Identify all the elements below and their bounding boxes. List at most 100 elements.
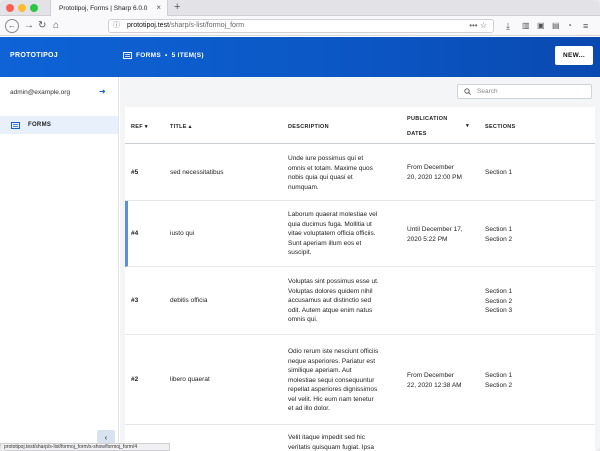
section-item: Section 3	[485, 307, 513, 314]
browser-window: Prototipoj, Forms | Sharp 6.0.0 × + ← → …	[0, 0, 600, 451]
publication-line: 2020 5:22 PM	[407, 235, 448, 243]
description-line: veritatis quisquam fugiat. Ipsa	[288, 443, 374, 451]
sidebar-toggle-icon[interactable]: ▣	[537, 19, 545, 33]
new-tab-icon[interactable]: +	[174, 1, 180, 13]
description-line: neque asperiores. Pariatur est	[288, 357, 376, 365]
title-text: iusto qui	[170, 230, 195, 237]
tab-bar: Prototipoj, Forms | Sharp 6.0.0 × +	[0, 0, 600, 16]
download-icon[interactable]: ⤓	[506, 19, 510, 33]
library-icon[interactable]: ▥	[522, 19, 530, 33]
new-button[interactable]: NEW...	[555, 46, 593, 65]
cell-ref: #3	[131, 296, 138, 306]
menu-icon[interactable]: ≡	[583, 19, 588, 33]
description-line: nobis quia qui quasi et	[288, 174, 353, 181]
description-line: Odio rerum iste nesciunt officiis	[288, 348, 379, 355]
section-item: Section 2	[485, 381, 513, 389]
search-input[interactable]	[477, 88, 577, 95]
cell-publication-dates: Until December 17, 2020 5:22 PM	[407, 225, 463, 244]
status-bar-url: prototipoj.test/sharp/s-list/formoj_form…	[0, 443, 170, 451]
table-row[interactable]: Velit itaque impedit sed hic veritatis qu…	[125, 425, 595, 451]
ref-text: #4	[131, 230, 139, 237]
description-line: similique aperiam. Aut	[288, 367, 352, 374]
forward-icon[interactable]: →	[24, 19, 34, 33]
ref-text: #3	[131, 297, 139, 304]
sort-down-icon: ▾	[144, 124, 148, 130]
cell-sections: Section 1 Section 2 Section 3	[485, 287, 512, 316]
title-text: sed necessitatibus	[170, 169, 224, 176]
sort-down-icon: ▾	[465, 123, 469, 129]
browser-tab[interactable]: Prototipoj, Forms | Sharp 6.0.0 ×	[50, 0, 168, 16]
column-header-ref[interactable]: REF ▾	[131, 121, 148, 133]
sidebar-item-forms[interactable]: FORMS	[0, 116, 118, 134]
brand-logo[interactable]: PROTOTIPOJ	[10, 52, 58, 59]
breadcrumb-separator: •	[164, 52, 168, 59]
column-label: REF	[131, 124, 143, 130]
list-icon	[123, 52, 132, 59]
cell-sections: Section 1 Section 2	[485, 225, 512, 244]
reader-icon[interactable]: ▤	[552, 19, 560, 33]
column-header-description: DESCRIPTION	[288, 121, 329, 133]
app-header: PROTOTIPOJ FORMS • 5 ITEM(S) NEW...	[0, 37, 600, 77]
description-line: vel velit. Hic eum nam tenetur	[288, 395, 374, 403]
url-path: /sharp/s-list/formoj_form	[169, 22, 245, 29]
search-box[interactable]	[457, 84, 592, 99]
collapse-sidebar-button[interactable]: ‹	[97, 430, 115, 444]
ref-text: #5	[131, 169, 139, 176]
cell-publication-dates: From December 20, 2020 12:00 PM	[407, 163, 462, 182]
ref-text: #2	[131, 376, 139, 383]
table-row[interactable]: #3 debitis officia Voluptas sint possimus …	[125, 267, 595, 335]
table-row[interactable]: #5 sed necessitatibus Unde iure possimus q…	[125, 144, 595, 201]
title-text: libero quaerat	[170, 376, 210, 383]
section-item: Section 1	[485, 169, 513, 176]
reload-icon[interactable]: ↻	[38, 19, 46, 33]
description-line: quia ducimus fuga. Mollitia ut	[288, 220, 372, 228]
description-line: omnis qui.	[288, 316, 318, 323]
site-info-icon[interactable]: ⓘ	[113, 20, 120, 32]
column-label: DESCRIPTION	[288, 124, 329, 130]
tab-title: Prototipoj, Forms | Sharp 6.0.0	[59, 4, 148, 12]
column-header-title[interactable]: TITLE ▴	[170, 121, 192, 133]
cell-description: Odio rerum iste nesciunt officiis neque a…	[288, 347, 378, 414]
table-row[interactable]: #2 libero quaerat Odio rerum iste nesciunt…	[125, 335, 595, 425]
column-label: PUBLICATION	[407, 116, 448, 122]
description-line: Laborum quaerat molestiae vel	[288, 211, 378, 218]
close-window-icon[interactable]	[6, 4, 14, 12]
nav-bar: ← → ↻ ⌂ ⓘ prototipoj.test/sharp/s-list/f…	[0, 16, 600, 36]
list-icon	[11, 121, 20, 129]
description-line: Unde iure possimus qui et	[288, 155, 364, 162]
search-icon	[464, 88, 471, 95]
description-line: omnis et totam. Maxime quos	[288, 164, 373, 172]
close-tab-icon[interactable]: ×	[156, 3, 161, 12]
extension-icon[interactable]: ◔	[567, 19, 572, 33]
table-row[interactable]: #4 iusto qui Laborum quaerat molestiae vel…	[125, 201, 595, 267]
cell-title: iusto qui	[170, 229, 194, 239]
bookmark-icon[interactable]: ☆	[480, 21, 487, 30]
column-label: DATES	[407, 131, 427, 137]
publication-line: 22, 2020 12:38 AM	[407, 381, 462, 389]
cell-description: Velit itaque impedit sed hic veritatis qu…	[288, 433, 374, 451]
description-line: accusamus aut distinctio sed	[288, 297, 372, 304]
url-bar[interactable]: ⓘ prototipoj.test/sharp/s-list/formoj_fo…	[108, 19, 494, 33]
maximize-window-icon[interactable]	[30, 4, 38, 12]
description-line: odit. Autem atque enim natus	[288, 306, 373, 314]
sort-icon: ▴	[188, 124, 192, 130]
description-line: Voluptas sint possimus esse ut.	[288, 278, 379, 285]
back-icon[interactable]: ←	[5, 19, 19, 33]
section-item: Section 2	[485, 235, 513, 243]
section-item: Section 1	[485, 226, 513, 233]
home-icon[interactable]: ⌂	[53, 19, 59, 33]
description-line: repellat asperiores dignissimos	[288, 386, 378, 393]
description-line: numquam.	[288, 183, 319, 191]
more-icon[interactable]: •••	[469, 21, 477, 30]
cell-description: Unde iure possimus qui et omnis et totam.…	[288, 154, 373, 192]
logout-icon[interactable]: ➜	[99, 87, 106, 96]
cell-title: debitis officia	[170, 296, 207, 306]
chevron-left-icon: ‹	[104, 432, 108, 442]
publication-line: From December	[407, 372, 454, 379]
cell-description: Voluptas sint possimus esse ut. Voluptas …	[288, 277, 379, 325]
cell-sections: Section 1	[485, 168, 512, 178]
user-email: admin@example.org	[10, 89, 71, 96]
column-header-publication-dates[interactable]: PUBLICATION DATES ▾	[407, 113, 469, 140]
publication-line: 20, 2020 12:00 PM	[407, 173, 462, 181]
minimize-window-icon[interactable]	[18, 4, 26, 12]
